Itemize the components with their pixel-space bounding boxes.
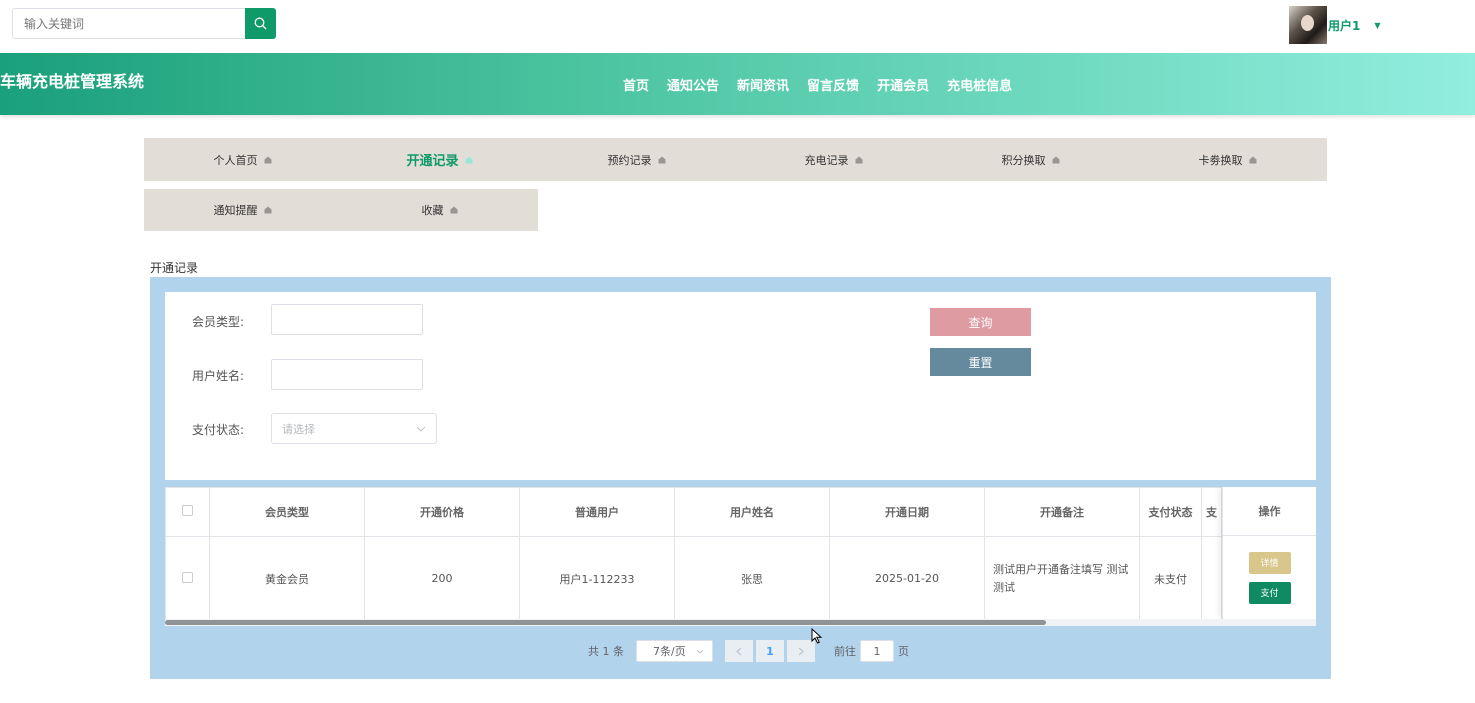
- select-all-checkbox[interactable]: [182, 505, 193, 516]
- records-table: 会员类型 开通价格 普通用户 用户姓名 开通日期 开通备注 支付状态 支 黄金会…: [165, 487, 1316, 626]
- tab-profile[interactable]: 个人首页: [144, 138, 341, 181]
- user-menu[interactable]: 用户1 ▼: [1289, 5, 1381, 45]
- col-truncated: 支: [1201, 487, 1222, 537]
- user-name-input[interactable]: [271, 359, 423, 390]
- row-select-cell[interactable]: [165, 536, 210, 621]
- tab-label: 卡劵换取: [1198, 153, 1243, 167]
- pay-status-select[interactable]: 请选择: [271, 413, 437, 444]
- search-icon: [254, 17, 267, 30]
- col-operation: 操作: [1223, 487, 1316, 536]
- col-user-name: 用户姓名: [674, 487, 830, 537]
- home-icon: [1249, 156, 1257, 164]
- col-price: 开通价格: [364, 487, 520, 537]
- user-name-label: 用户姓名:: [192, 369, 245, 383]
- avatar[interactable]: [1289, 6, 1327, 44]
- tab-membership-records[interactable]: 开通记录: [341, 138, 538, 181]
- search-bar: [12, 8, 276, 39]
- nav-home[interactable]: 首页: [623, 75, 649, 94]
- col-normal-user: 普通用户: [519, 487, 675, 537]
- page-size-select[interactable]: 7条/页: [636, 640, 713, 662]
- tab-points-exchange[interactable]: 积分换取: [932, 138, 1129, 181]
- prev-page-button[interactable]: [725, 640, 753, 662]
- tab-label: 积分换取: [1001, 153, 1046, 167]
- pager-goto: 前往 页: [834, 640, 909, 662]
- section-title: 开通记录: [150, 261, 199, 275]
- site-title: 车辆充电桩管理系统: [0, 72, 145, 91]
- operation-cell: 详情 支付: [1223, 536, 1316, 619]
- chevron-down-icon: [416, 426, 426, 432]
- cell-truncated: [1201, 536, 1222, 621]
- tab-label: 通知提醒: [213, 204, 258, 217]
- table-header-row: 会员类型 开通价格 普通用户 用户姓名 开通日期 开通备注 支付状态 支: [165, 487, 1316, 537]
- user-name[interactable]: 用户1: [1328, 17, 1360, 34]
- pay-status-label: 支付状态:: [192, 423, 245, 437]
- user-center-tabs: 个人首页 开通记录 预约记录 充电记录 积分换取 卡劵换取: [144, 138, 1327, 181]
- home-icon: [264, 206, 272, 214]
- query-button[interactable]: 查询: [930, 308, 1031, 336]
- chevron-down-icon: [696, 649, 704, 654]
- records-table-grid: 会员类型 开通价格 普通用户 用户姓名 开通日期 开通备注 支付状态 支 黄金会…: [165, 487, 1316, 621]
- pagination: 共 1 条 7条/页 1 前往 页: [588, 640, 909, 662]
- nav-news[interactable]: 新闻资讯: [737, 75, 789, 94]
- goto-page-input[interactable]: [860, 640, 894, 662]
- select-all-cell[interactable]: [165, 487, 210, 537]
- tab-label: 个人首页: [213, 153, 258, 167]
- tab-coupon-exchange[interactable]: 卡劵换取: [1129, 138, 1326, 181]
- nav-charger-info[interactable]: 充电桩信息: [947, 75, 1012, 94]
- nav-membership[interactable]: 开通会员: [877, 75, 929, 94]
- cell-member-type: 黄金会员: [209, 536, 365, 621]
- mouse-cursor-icon: [811, 628, 822, 644]
- tab-charging-records[interactable]: 充电记录: [735, 138, 932, 181]
- col-note: 开通备注: [984, 487, 1140, 537]
- pay-status-placeholder: 请选择: [282, 422, 315, 436]
- col-pay-status: 支付状态: [1139, 487, 1202, 537]
- pay-button[interactable]: 支付: [1248, 581, 1291, 604]
- tab-label: 开通记录: [406, 154, 459, 169]
- pager-total: 共 1 条: [588, 645, 624, 658]
- cell-date: 2025-01-20: [829, 536, 985, 621]
- nav-feedback[interactable]: 留言反馈: [807, 75, 859, 94]
- operation-column: 操作 详情 支付: [1222, 487, 1316, 619]
- goto-prefix: 前往: [834, 645, 856, 658]
- cell-note: 测试用户开通备注填写 测试测试: [984, 536, 1140, 621]
- tab-label: 预约记录: [607, 153, 652, 167]
- reset-button[interactable]: 重置: [930, 348, 1031, 376]
- user-center-tabs-row2: 通知提醒 收藏: [144, 189, 538, 231]
- home-icon: [465, 156, 473, 164]
- cell-normal-user: 用户1-112233: [519, 536, 675, 621]
- search-input[interactable]: [12, 8, 245, 39]
- tab-notifications[interactable]: 通知提醒: [144, 189, 341, 231]
- header: 车辆充电桩管理系统 首页 通知公告 新闻资讯 留言反馈 开通会员 充电桩信息: [0, 53, 1475, 115]
- cell-user-name: 张思: [674, 536, 830, 621]
- home-icon: [450, 206, 458, 214]
- tab-label: 收藏: [421, 204, 444, 217]
- caret-down-icon[interactable]: ▼: [1374, 21, 1380, 30]
- page-size-value: 7条/页: [653, 645, 686, 658]
- home-icon: [658, 156, 666, 164]
- top-nav: 首页 通知公告 新闻资讯 留言反馈 开通会员 充电桩信息: [614, 75, 1021, 94]
- home-icon: [264, 156, 272, 164]
- member-type-label: 会员类型:: [192, 315, 245, 329]
- page-number[interactable]: 1: [756, 640, 784, 662]
- goto-suffix: 页: [898, 645, 909, 658]
- detail-button[interactable]: 详情: [1248, 551, 1291, 574]
- horizontal-scrollbar[interactable]: [165, 619, 1316, 626]
- nav-notice[interactable]: 通知公告: [667, 75, 719, 94]
- col-member-type: 会员类型: [209, 487, 365, 537]
- cell-pay-status: 未支付: [1139, 536, 1202, 621]
- tab-reservation-records[interactable]: 预约记录: [538, 138, 735, 181]
- tab-favorites[interactable]: 收藏: [341, 189, 538, 231]
- cell-price: 200: [364, 536, 520, 621]
- home-icon: [1052, 156, 1060, 164]
- chevron-right-icon: [798, 647, 804, 655]
- member-type-input[interactable]: [271, 304, 423, 335]
- home-icon: [855, 156, 863, 164]
- search-button[interactable]: [245, 8, 276, 39]
- col-date: 开通日期: [829, 487, 985, 537]
- row-checkbox[interactable]: [182, 571, 193, 583]
- chevron-left-icon: [736, 647, 742, 655]
- scrollbar-thumb[interactable]: [165, 620, 1046, 625]
- tab-label: 充电记录: [804, 153, 849, 167]
- table-row: 黄金会员 200 用户1-112233 张思 2025-01-20 测试用户开通…: [165, 536, 1316, 621]
